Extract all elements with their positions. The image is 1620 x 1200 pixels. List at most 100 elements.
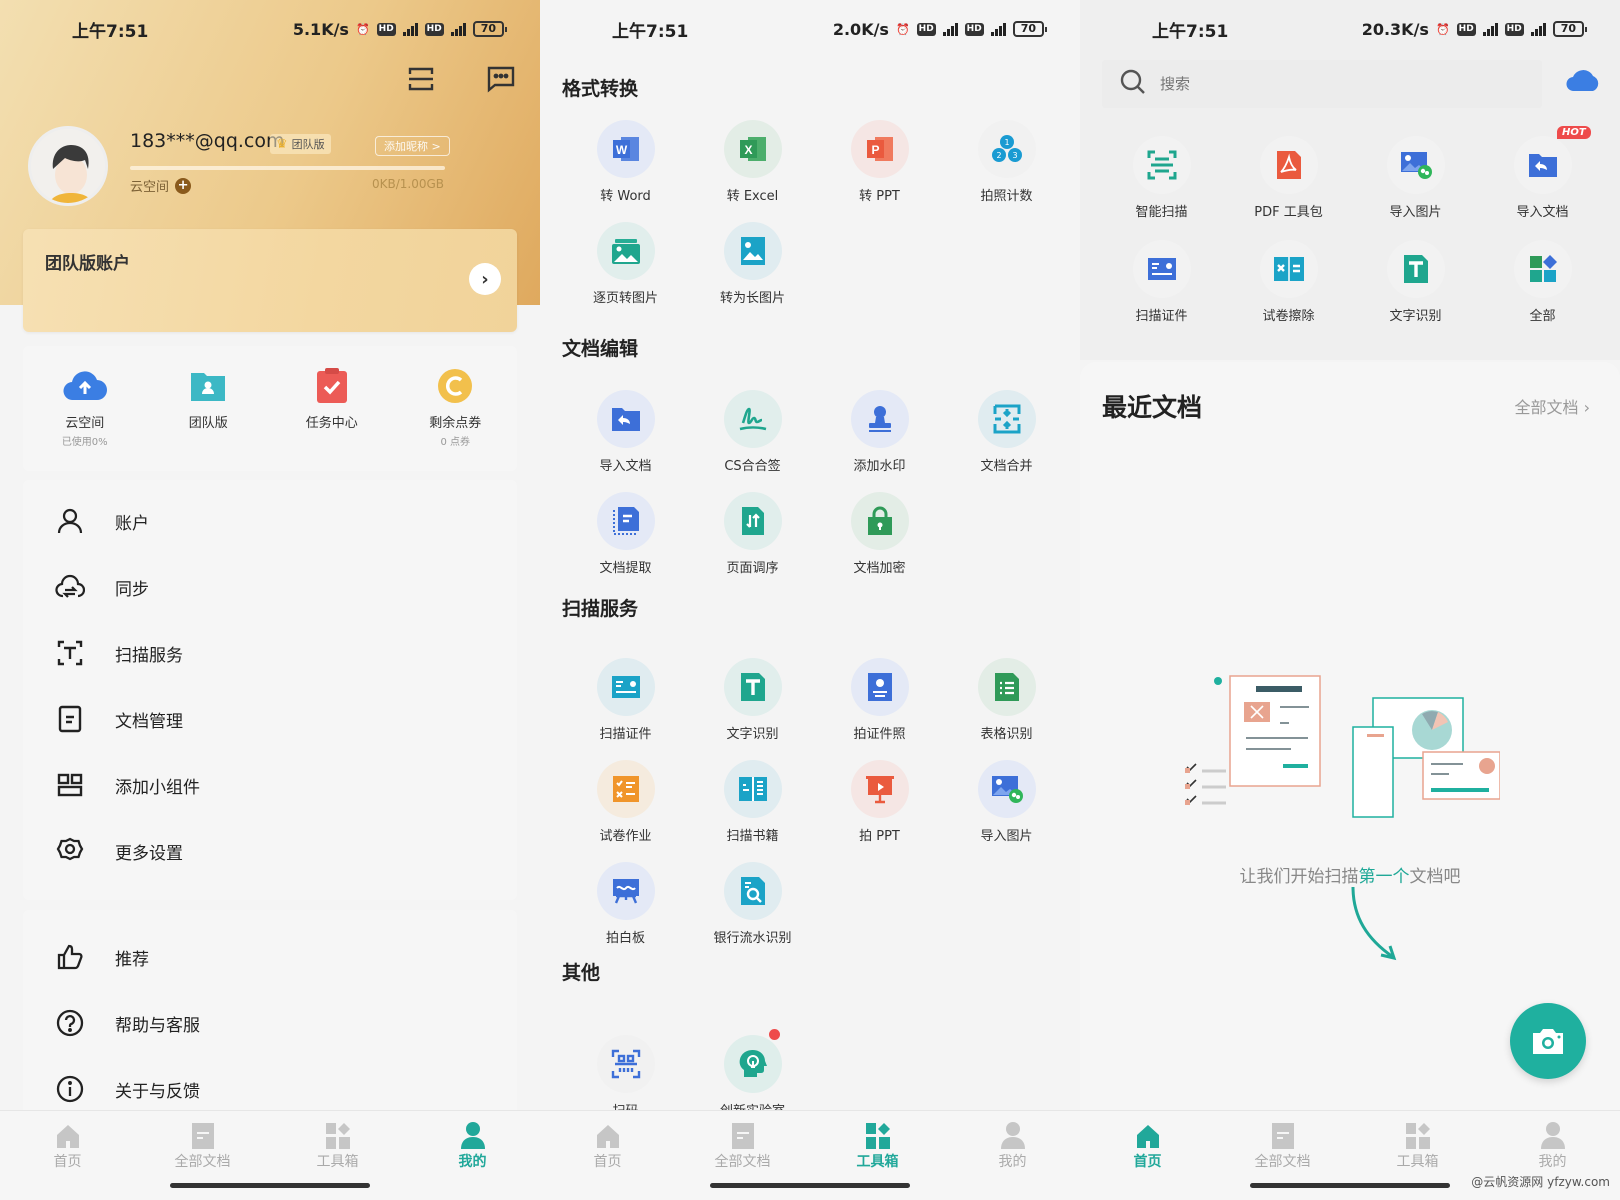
tool-reorder[interactable]: 页面调序 — [689, 492, 816, 576]
chevron-right-icon: › — [1583, 398, 1590, 417]
scan-icon[interactable] — [404, 64, 438, 94]
tool-book-scan[interactable]: 扫描书籍 — [689, 760, 816, 844]
tool-bank-statement[interactable]: 银行流水识别 — [689, 862, 816, 946]
id-card-icon — [1132, 240, 1191, 298]
home-indicator — [710, 1183, 910, 1188]
tool-encrypt[interactable]: 文档加密 — [816, 492, 943, 576]
battery-icon: 70 — [1552, 21, 1588, 37]
widget-icon — [55, 770, 85, 800]
toolbox-icon — [1403, 1121, 1433, 1149]
tool-merge[interactable]: 文档合并 — [943, 390, 1070, 474]
settings-menu: 账户 同步 扫描服务 文档管理 添加小组件 更多设置 — [23, 480, 517, 900]
whiteboard-icon — [596, 862, 655, 920]
tool-smart-scan[interactable]: 智能扫描 — [1098, 136, 1225, 220]
cloud-space-label: 云空间 + — [130, 176, 192, 195]
menu-item-recommend[interactable]: 推荐 — [23, 924, 517, 990]
chevron-right-icon[interactable]: › — [469, 263, 501, 295]
smart-scan-icon — [1132, 136, 1191, 194]
thumbs-up-icon — [55, 942, 85, 972]
nav-home[interactable]: 首页 — [0, 1111, 135, 1200]
documents-icon — [728, 1121, 758, 1149]
tool-qr-scan[interactable]: 扫码 — [562, 1035, 689, 1119]
add-cloud-space-button[interactable]: + — [175, 177, 192, 194]
ppt-icon: P — [850, 120, 909, 178]
svg-text:P: P — [871, 143, 879, 157]
menu-item-doc-management[interactable]: 文档管理 — [23, 686, 517, 752]
tool-ocr[interactable]: 文字识别 — [689, 658, 816, 742]
cloud-sync-button[interactable] — [1566, 68, 1600, 96]
tool-to-excel[interactable]: X转 Excel — [689, 120, 816, 204]
tool-id-photo[interactable]: 拍证件照 — [816, 658, 943, 742]
search-input[interactable] — [1160, 75, 1520, 93]
tool-long-image[interactable]: 转为长图片 — [689, 222, 816, 306]
nav-home[interactable]: 首页 — [1080, 1111, 1215, 1200]
menu-item-sync[interactable]: 同步 — [23, 554, 517, 620]
menu-item-help[interactable]: 帮助与客服 — [23, 990, 517, 1056]
tool-whiteboard[interactable]: 拍白板 — [562, 862, 689, 946]
photo-count-icon: 12 3 — [977, 120, 1036, 178]
cloud-upload-icon — [63, 366, 107, 406]
avatar[interactable] — [28, 126, 108, 206]
nav-home[interactable]: 首页 — [540, 1111, 675, 1200]
signal-icon — [450, 22, 466, 36]
me-icon — [1538, 1121, 1568, 1149]
gear-icon — [55, 836, 85, 866]
quick-action-cloud[interactable]: 云空间 已使用0% — [35, 366, 135, 471]
tool-import-doc[interactable]: 导入文档 — [562, 390, 689, 474]
menu-item-scan-service[interactable]: 扫描服务 — [23, 620, 517, 686]
documents-icon — [188, 1121, 218, 1149]
alarm-icon: ⏰ — [895, 22, 910, 36]
coupon-coin-icon — [433, 366, 477, 406]
tool-ocr-home[interactable]: 文字识别 — [1352, 240, 1479, 324]
message-icon[interactable] — [484, 64, 518, 94]
pages-to-image-icon — [596, 222, 655, 280]
watermark-text: @云帆资源网 yfzyw.com — [1471, 1175, 1610, 1189]
all-docs-link[interactable]: 全部文档 › — [1514, 394, 1590, 418]
menu-item-account[interactable]: 账户 — [23, 488, 517, 554]
text-scan-icon — [55, 638, 85, 668]
tool-import-image-home[interactable]: 导入图片 — [1352, 136, 1479, 220]
tool-ppt-capture[interactable]: 拍 PPT — [816, 760, 943, 844]
table-ocr-icon — [977, 658, 1036, 716]
team-account-card[interactable]: 团队版账户 › — [23, 229, 517, 332]
tool-innovation-lab[interactable]: 创新实验室 — [689, 1029, 816, 1119]
lock-icon — [850, 492, 909, 550]
tool-watermark[interactable]: 添加水印 — [816, 390, 943, 474]
tool-import-image[interactable]: 导入图片 — [943, 760, 1070, 844]
search-bar[interactable] — [1102, 60, 1542, 108]
quick-action-tasks[interactable]: 任务中心 — [282, 366, 382, 471]
tool-extract[interactable]: 文档提取 — [562, 492, 689, 576]
nav-me[interactable]: 我的 — [405, 1111, 540, 1200]
edit-tools-grid: 导入文档 CS合合签 添加水印 文档合并 文档提取 页面调序 文档加密 — [562, 390, 1068, 576]
add-nickname-button[interactable]: 添加昵称 > — [375, 136, 450, 156]
id-card-icon — [596, 658, 655, 716]
tool-import-doc-home[interactable]: HOT 导入文档 — [1479, 126, 1606, 220]
cloud-usage-bar — [130, 166, 445, 170]
tool-photo-count[interactable]: 1 2 3 拍照计数 — [943, 120, 1070, 204]
long-image-icon — [723, 222, 782, 280]
alarm-icon: ⏰ — [355, 22, 370, 36]
tool-to-word[interactable]: W转 Word — [562, 120, 689, 204]
tool-scan-id-home[interactable]: 扫描证件 — [1098, 240, 1225, 324]
tool-table-ocr[interactable]: 表格识别 — [943, 658, 1070, 742]
hd-icon: HD — [1456, 22, 1476, 36]
tool-signature[interactable]: CS合合签 — [689, 390, 816, 474]
menu-item-settings[interactable]: 更多设置 — [23, 818, 517, 884]
me-icon — [998, 1121, 1028, 1149]
camera-scan-button[interactable] — [1510, 1003, 1586, 1079]
tool-pdf-kit[interactable]: PDF 工具包 — [1225, 136, 1352, 220]
tool-exam-erase[interactable]: 试卷擦除 — [1225, 240, 1352, 324]
quick-action-coupons[interactable]: 剩余点券 0 点券 — [405, 366, 505, 471]
tool-scan-id[interactable]: 扫描证件 — [562, 658, 689, 742]
tool-all[interactable]: 全部 — [1479, 240, 1606, 324]
menu-item-widgets[interactable]: 添加小组件 — [23, 752, 517, 818]
quick-action-team[interactable]: 团队版 — [158, 366, 258, 471]
merge-icon — [977, 390, 1036, 448]
tool-pages-to-image[interactable]: 逐页转图片 — [562, 222, 689, 306]
nav-me[interactable]: 我的 — [945, 1111, 1080, 1200]
tool-exam[interactable]: 试卷作业 — [562, 760, 689, 844]
battery-icon: 70 — [1012, 21, 1048, 37]
empty-state-message: 让我们开始扫描第一个文档吧 — [1239, 867, 1461, 887]
account-email: 183***@qq.com — [130, 130, 285, 152]
tool-to-ppt[interactable]: P转 PPT — [816, 120, 943, 204]
